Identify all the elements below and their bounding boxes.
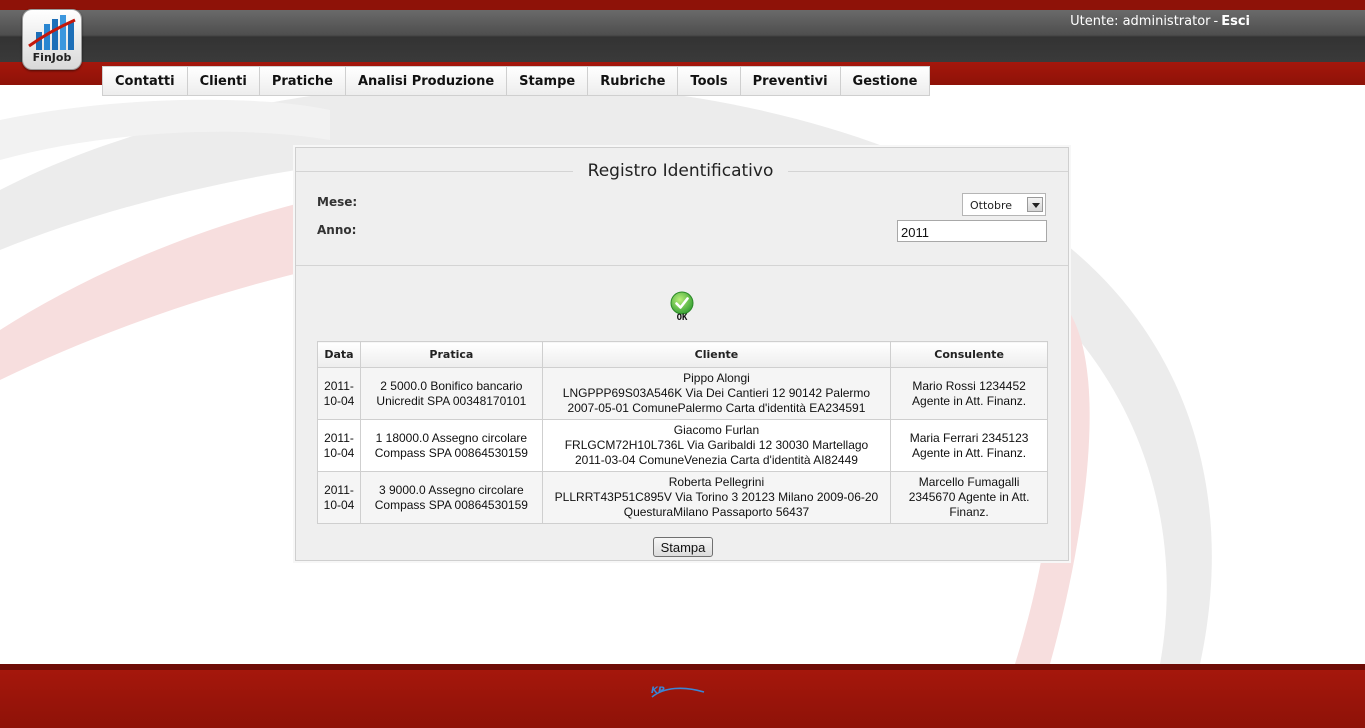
cell-line: 3 9000.0 Assegno circolare (378, 482, 524, 497)
cell-line: Unicredit SPA 00348170101 (376, 393, 527, 408)
nav-item-rubriche[interactable]: Rubriche (588, 66, 679, 96)
column-header-cliente: Cliente (541, 341, 892, 368)
cell-line: Pippo Alongi (683, 371, 750, 385)
nav-item-tools[interactable]: Tools (678, 66, 741, 96)
cell-line: 2007-05-01 ComunePalermo Carta d'identit… (567, 401, 866, 415)
nav-item-gestione[interactable]: Gestione (840, 66, 931, 96)
cell-line: 2011-03-04 ComuneVenezia Carta d'identit… (574, 453, 858, 467)
cell-line: Giacomo Furlan (673, 423, 760, 437)
month-select-value: Ottobre (970, 199, 1013, 212)
column-header-data: Data (317, 341, 361, 368)
user-info: Utente: administrator - Esci (1070, 14, 1250, 29)
cell-line: LNGPPP69S03A546K Via Dei Cantieri 12 901… (562, 386, 871, 400)
cell-line: PLLRRT43P51C895V Via Torino 3 20123 Mila… (554, 490, 879, 504)
main-nav: Contatti Clienti Pratiche Analisi Produz… (102, 66, 931, 96)
cell-consulente: Mario Rossi 1234452 Agente in Att. Finanz… (890, 367, 1048, 420)
table-header-row: Data Pratica Cliente Consulente (317, 341, 1048, 368)
cell-line: Compass SPA 00864530159 (374, 497, 528, 512)
panel-divider (296, 265, 1068, 266)
nav-item-stampe[interactable]: Stampe (507, 66, 589, 96)
cell-line: 2 5000.0 Bonifico bancario (380, 378, 523, 393)
cell-line: 10-04 (323, 497, 355, 512)
header-top-stripe (0, 0, 1365, 10)
cell-line: QuesturaMilano Passaporto 56437 (623, 505, 810, 519)
cell-cliente: Pippo Alongi LNGPPP69S03A546K Via Dei Can… (541, 367, 892, 420)
checkmark-icon[interactable] (670, 291, 694, 315)
footer: KP (0, 670, 1365, 728)
finjob-logo[interactable]: FinJob (22, 9, 82, 70)
cell-line: 2011- (324, 378, 354, 393)
user-separator: - (1213, 14, 1219, 29)
logout-link[interactable]: Esci (1221, 14, 1250, 29)
cell-line: Agente in Att. Finanz. (912, 445, 1027, 460)
cell-consulente: Marcello Fumagalli 2345670 Agente in Att.… (890, 471, 1048, 524)
cell-pratica: 2 5000.0 Bonifico bancario Unicredit SPA … (359, 367, 543, 420)
year-label: Anno: (317, 223, 357, 237)
cell-line: 2011- (324, 430, 354, 445)
footer-logo-text: KP (651, 686, 665, 696)
cell-data: 2011- 10-04 (317, 367, 361, 420)
month-label: Mese: (317, 195, 358, 209)
cell-cliente: Roberta Pellegrini PLLRRT43P51C895V Via T… (541, 471, 892, 524)
chevron-down-icon[interactable] (1027, 197, 1043, 212)
cell-line: Agente in Att. Finanz. (912, 393, 1027, 408)
cell-cliente: Giacomo Furlan FRLGCM72H10L736L Via Garib… (541, 419, 892, 472)
nav-item-preventivi[interactable]: Preventivi (740, 66, 841, 96)
nav-item-contatti[interactable]: Contatti (102, 66, 188, 96)
cell-line: Maria Ferrari 2345123 (909, 430, 1029, 445)
cell-data: 2011- 10-04 (317, 471, 361, 524)
registro-panel: Registro Identificativo Mese: Ottobre An… (295, 147, 1069, 561)
cell-line: Compass SPA 00864530159 (374, 445, 528, 460)
table-row: 2011- 10-04 1 18000.0 Assegno circolare Co… (317, 419, 1048, 472)
cell-line: Mario Rossi 1234452 (912, 378, 1026, 393)
nav-item-analisi-produzione[interactable]: Analisi Produzione (345, 66, 508, 96)
panel-title: Registro Identificativo (573, 161, 788, 181)
cell-pratica: 1 18000.0 Assegno circolare Compass SPA 0… (359, 419, 543, 472)
cell-line: 10-04 (323, 445, 355, 460)
month-select[interactable]: Ottobre (962, 193, 1046, 216)
column-header-consulente: Consulente (890, 341, 1048, 368)
table-row: 2011- 10-04 2 5000.0 Bonifico bancario Uni… (317, 367, 1048, 420)
logo-text: FinJob (32, 51, 72, 64)
cell-line: Marcello Fumagalli (918, 475, 1020, 489)
ok-label: OK (676, 313, 688, 323)
cell-pratica: 3 9000.0 Assegno circolare Compass SPA 00… (359, 471, 543, 524)
cell-line: 10-04 (323, 393, 355, 408)
print-button[interactable]: Stampa (653, 537, 713, 557)
cell-line: 2345670 Agente in Att. (908, 490, 1030, 504)
registro-table: Data Pratica Cliente Consulente 2011- 10-… (317, 341, 1048, 524)
cell-consulente: Maria Ferrari 2345123 Agente in Att. Fina… (890, 419, 1048, 472)
cell-line: 2011- (324, 482, 354, 497)
column-header-pratica: Pratica (359, 341, 543, 368)
nav-item-pratiche[interactable]: Pratiche (259, 66, 346, 96)
nav-item-clienti[interactable]: Clienti (187, 66, 260, 96)
footer-logo[interactable]: KP (650, 683, 706, 699)
cell-line: Roberta Pellegrini (668, 475, 765, 489)
cell-line: Finanz. (949, 505, 989, 519)
cell-data: 2011- 10-04 (317, 419, 361, 472)
cell-line: 1 18000.0 Assegno circolare (375, 430, 528, 445)
table-row: 2011- 10-04 3 9000.0 Assegno circolare Com… (317, 471, 1048, 524)
cell-line: FRLGCM72H10L736L Via Garibaldi 12 30030 … (564, 438, 869, 452)
chart-logo-icon (28, 15, 76, 50)
user-label: Utente: administrator (1070, 14, 1211, 29)
year-input[interactable] (897, 220, 1047, 242)
